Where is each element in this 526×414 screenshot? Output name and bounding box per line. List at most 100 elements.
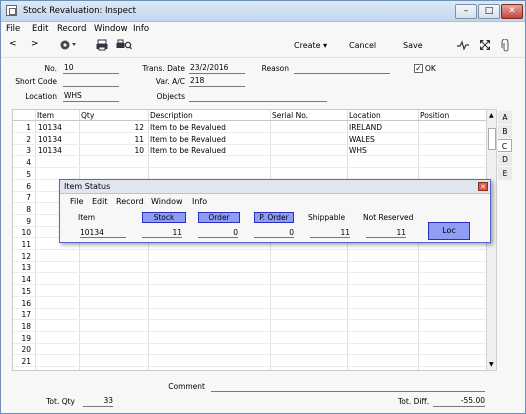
ok-checkbox[interactable]: ✓ [414,64,423,73]
scroll-thumb[interactable] [488,128,496,150]
cell-n: 19 [21,333,31,343]
short-code-field[interactable] [63,76,119,87]
not-reserved-value: 11 [366,228,406,238]
table-row[interactable]: 4 [13,157,496,169]
cell-item[interactable]: 10134 [38,135,78,144]
stock-button[interactable]: Stock [142,212,186,223]
print-button[interactable] [96,39,108,53]
comment-field[interactable] [211,381,485,392]
table-row[interactable]: 14 [13,274,496,286]
table-row[interactable]: 13 [13,262,496,274]
maximize-button[interactable]: □ [478,4,500,19]
menu-window[interactable]: Window [94,24,128,34]
print-preview-button[interactable] [116,39,132,53]
table-row[interactable]: 12 [13,251,496,262]
loc-button[interactable]: Loc [428,222,470,240]
table-row[interactable]: 2 10134 11 Item to be Revalued WALES [13,134,496,145]
no-label: No. [44,64,57,73]
cell-location[interactable]: WHS [349,146,417,155]
toolbar: < > Create ▾ Cancel Save [1,36,525,58]
cell-n: 12 [21,251,31,261]
p-order-button[interactable]: P. Order [254,212,294,223]
table-row[interactable]: 20 [13,344,496,356]
minimize-button[interactable]: – [455,4,477,19]
item-status-close-button[interactable]: ✕ [478,182,488,191]
minimize-icon: – [463,6,469,16]
title-bar[interactable]: Stock Revaluation: Inspect – □ ✕ [1,1,525,22]
item-status-menu-info[interactable]: Info [192,197,207,206]
cell-desc[interactable]: Item to be Revalued [150,123,268,132]
item-status-menu-edit[interactable]: Edit [92,197,108,206]
create-button[interactable]: Create ▾ [294,41,327,50]
settings-button[interactable] [59,38,79,54]
paperclip-icon [501,38,509,52]
location-field[interactable]: WHS [63,91,119,102]
cell-n: 18 [21,321,31,331]
table-row[interactable]: 1 10134 12 Item to be Revalued IRELAND [13,122,496,133]
item-status-title-bar[interactable]: Item Status [60,180,490,194]
table-row[interactable]: 17 [13,309,496,321]
cell-n: 21 [21,357,31,366]
window-title: Stock Revaluation: Inspect [23,6,136,16]
item-status-menu-window[interactable]: Window [151,197,183,206]
cell-location[interactable]: WALES [349,135,417,144]
cell-location[interactable]: IRELAND [349,123,417,132]
objects-field[interactable] [189,91,327,102]
reason-field[interactable] [294,63,390,74]
cell-qty[interactable]: 10 [81,146,144,155]
cell-n: 4 [26,158,31,168]
menu-edit[interactable]: Edit [32,24,48,34]
menu-bar: File Edit Record Window Info [1,22,525,36]
trans-date-field[interactable]: 23/2/2016 [189,63,245,74]
objects-label: Objects [156,92,185,101]
var-ac-field[interactable]: 218 [189,76,245,87]
item-status-menu-file[interactable]: File [70,197,83,206]
back-icon[interactable]: < [9,39,17,49]
activity-button[interactable] [456,39,470,53]
expand-button[interactable] [479,39,491,53]
table-row[interactable]: 18 [13,321,496,332]
ok-label: OK [425,64,436,73]
cell-item[interactable]: 10134 [38,123,78,132]
tab-e[interactable]: E [498,167,512,180]
table-row[interactable]: 15 [13,286,496,297]
column-header-item[interactable]: Item [37,111,54,120]
cell-n: 1 [26,123,31,132]
pulse-icon [457,40,469,51]
column-header-description[interactable]: Description [150,111,193,120]
menu-file[interactable]: File [6,24,20,34]
attach-button[interactable] [501,38,511,54]
table-row[interactable]: 21 [13,356,496,367]
location-label: Location [25,92,57,101]
table-row[interactable]: 19 [13,333,496,344]
close-button[interactable]: ✕ [501,4,523,19]
tab-c[interactable]: C [498,139,512,152]
cell-desc[interactable]: Item to be Revalued [150,146,268,155]
cell-qty[interactable]: 11 [81,135,144,144]
short-code-label: Short Code [15,77,57,86]
order-button[interactable]: Order [198,212,240,223]
column-header-qty[interactable]: Qty [81,111,94,120]
no-field[interactable]: 10 [63,63,119,74]
tab-d[interactable]: D [498,153,512,166]
menu-info[interactable]: Info [133,24,149,34]
scroll-down-icon[interactable]: ▼ [489,361,494,368]
cell-qty[interactable]: 12 [81,123,144,132]
column-header-position[interactable]: Position [420,111,449,120]
tot-diff-value: -55.00 [433,396,485,407]
column-header-location[interactable]: Location [349,111,381,120]
cell-desc[interactable]: Item to be Revalued [150,135,268,144]
item-status-menu-record[interactable]: Record [116,197,144,206]
cell-n: 10 [21,228,31,238]
tab-a[interactable]: A [498,111,512,124]
scroll-up-icon[interactable]: ▲ [489,112,494,119]
table-row[interactable]: 3 10134 10 Item to be Revalued WHS [13,145,496,157]
table-row[interactable]: 16 [13,298,496,309]
column-header-serial-no[interactable]: Serial No. [272,111,308,120]
tab-b[interactable]: B [498,125,512,138]
cancel-button[interactable]: Cancel [349,41,376,50]
menu-record[interactable]: Record [57,24,86,34]
forward-icon[interactable]: > [31,39,39,49]
cell-item[interactable]: 10134 [38,146,78,155]
save-button[interactable]: Save [403,41,423,50]
